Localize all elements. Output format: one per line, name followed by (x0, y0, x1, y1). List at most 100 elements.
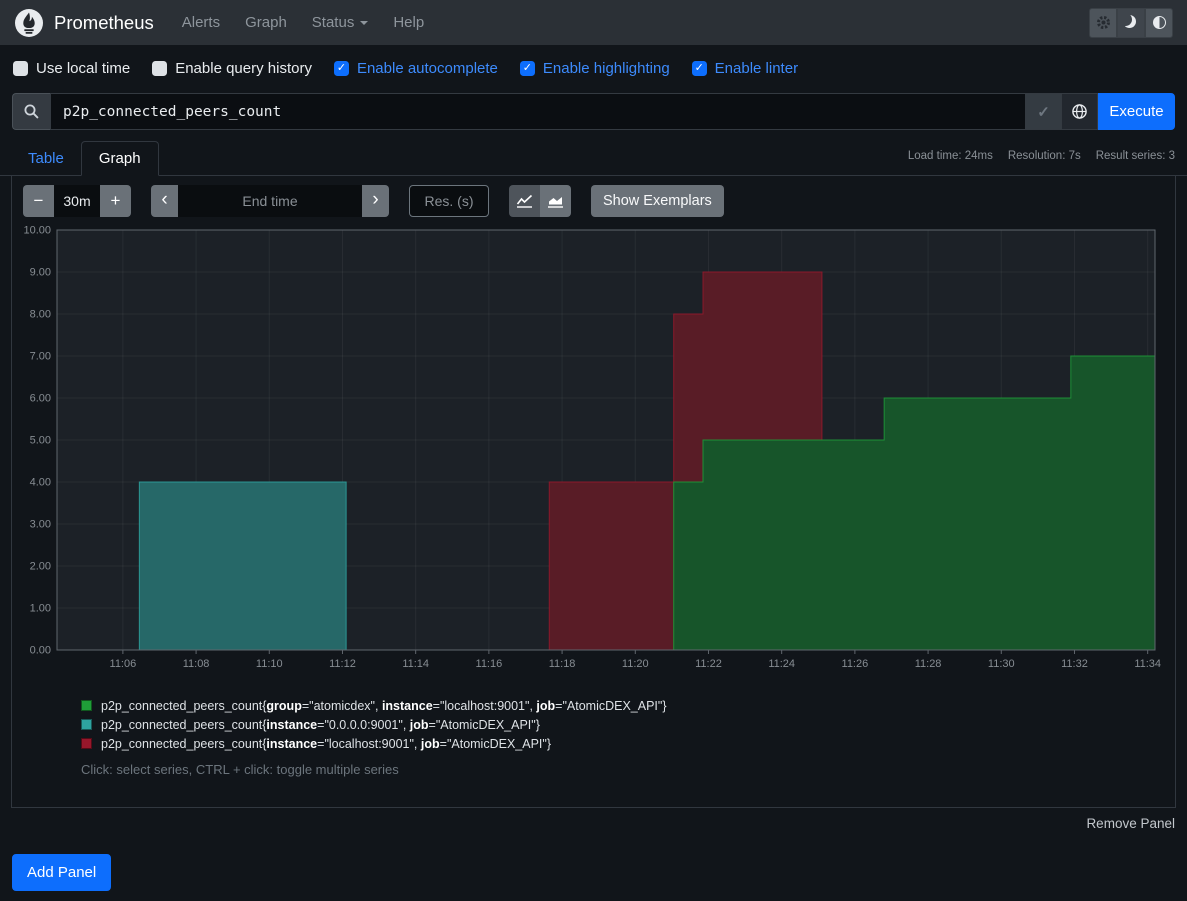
nav-item-alerts[interactable]: Alerts (182, 14, 220, 31)
option-use-local-time[interactable]: Use local time (13, 60, 130, 77)
options-row: Use local time Enable query history ✓ Enabl… (0, 45, 1187, 86)
prometheus-logo-icon (14, 8, 44, 38)
settings-button[interactable] (1089, 8, 1117, 38)
option-label-enable-highlighting: Enable highlighting (543, 60, 670, 77)
search-icon (23, 103, 40, 120)
checkbox-enable-autocomplete[interactable]: ✓ (334, 61, 349, 76)
checkbox-enable-highlighting[interactable]: ✓ (520, 61, 535, 76)
chart-type-toggle (509, 185, 571, 217)
option-label-enable-query-history: Enable query history (175, 60, 312, 77)
nav-links: Alerts Graph Status Help (182, 14, 424, 31)
legend-item-2[interactable]: p2p_connected_peers_count{instance="loca… (81, 734, 1165, 753)
legend-item-1[interactable]: p2p_connected_peers_count{instance="0.0.… (81, 715, 1165, 734)
globe-icon (1071, 103, 1088, 120)
graph-panel: − + ‹ › Show Exemplars (11, 176, 1176, 808)
x-tick-label: 11:32 (1061, 658, 1088, 670)
remove-panel-link[interactable]: Remove Panel (1086, 816, 1175, 831)
time-back-button[interactable]: ‹ (151, 185, 178, 217)
y-tick-label: 4.00 (30, 477, 51, 489)
range-input[interactable] (54, 185, 100, 217)
search-addon (12, 93, 50, 130)
remove-panel-row: Remove Panel (12, 815, 1175, 832)
x-tick-label: 11:22 (695, 658, 722, 670)
line-chart-icon (516, 194, 533, 208)
checkbox-use-local-time[interactable] (13, 61, 28, 76)
x-tick-label: 11:34 (1134, 658, 1161, 670)
brand[interactable]: Prometheus (14, 8, 154, 38)
option-enable-highlighting[interactable]: ✓ Enable highlighting (520, 60, 670, 77)
legend-label-0: p2p_connected_peers_count{group="atomicd… (101, 699, 667, 713)
end-time-control: ‹ › (151, 185, 389, 217)
nav-item-help[interactable]: Help (393, 14, 424, 31)
x-tick-label: 11:16 (476, 658, 503, 670)
moon-icon (1124, 15, 1139, 30)
range-control: − + (23, 185, 131, 217)
show-exemplars-button[interactable]: Show Exemplars (591, 185, 724, 217)
tab-graph[interactable]: Graph (81, 141, 159, 176)
x-tick-label: 11:30 (988, 658, 1015, 670)
y-tick-label: 0.00 (30, 645, 51, 657)
y-tick-label: 3.00 (30, 519, 51, 531)
tab-table[interactable]: Table (11, 142, 81, 175)
theme-dark-button[interactable] (1117, 8, 1145, 38)
y-tick-label: 7.00 (30, 351, 51, 363)
resolution-input[interactable] (409, 185, 489, 217)
contrast-icon (1153, 16, 1166, 29)
legend-item-0[interactable]: p2p_connected_peers_count{group="atomicd… (81, 696, 1165, 715)
check-icon: ✓ (1037, 103, 1050, 121)
x-tick-label: 11:10 (256, 658, 283, 670)
y-tick-label: 6.00 (30, 393, 51, 405)
option-enable-linter[interactable]: ✓ Enable linter (692, 60, 798, 77)
x-tick-label: 11:24 (768, 658, 795, 670)
time-forward-button[interactable]: › (362, 185, 389, 217)
query-input-group: ✓ Execute (12, 93, 1175, 130)
chevron-down-icon (360, 21, 368, 29)
x-tick-label: 11:14 (402, 658, 429, 670)
theme-auto-button[interactable] (1145, 8, 1173, 38)
query-stats: Load time: 24msResolution: 7sResult seri… (908, 150, 1175, 162)
option-label-use-local-time: Use local time (36, 60, 130, 77)
legend-label-2: p2p_connected_peers_count{instance="loca… (101, 737, 551, 751)
graph-controls: − + ‹ › Show Exemplars (23, 185, 1165, 217)
stat-2: Result series: 3 (1096, 150, 1175, 162)
option-label-enable-autocomplete: Enable autocomplete (357, 60, 498, 77)
x-tick-label: 11:26 (842, 658, 869, 670)
checkbox-enable-linter[interactable]: ✓ (692, 61, 707, 76)
y-tick-label: 5.00 (30, 435, 51, 447)
nav-item-status[interactable]: Status (312, 14, 369, 31)
option-enable-query-history[interactable]: Enable query history (152, 60, 312, 77)
nav-item-graph[interactable]: Graph (245, 14, 287, 31)
legend-swatch-0 (81, 700, 92, 711)
x-tick-label: 11:06 (110, 658, 137, 670)
range-increase-button[interactable]: + (100, 185, 131, 217)
option-label-enable-linter: Enable linter (715, 60, 798, 77)
time-series-chart[interactable]: 0.001.002.003.004.005.006.007.008.009.00… (22, 224, 1163, 670)
stacked-chart-toggle-button[interactable] (540, 185, 571, 217)
stat-0: Load time: 24ms (908, 150, 993, 162)
area-chart-icon (547, 194, 564, 208)
moon-shape (1124, 15, 1132, 26)
query-expression-input[interactable] (50, 93, 1026, 130)
y-tick-label: 2.00 (30, 561, 51, 573)
line-chart-toggle-button[interactable] (509, 185, 540, 217)
theme-button-group (1089, 8, 1173, 38)
end-time-input[interactable] (178, 185, 362, 217)
x-tick-label: 11:20 (622, 658, 649, 670)
legend-swatch-2 (81, 738, 92, 749)
execute-button[interactable]: Execute (1098, 93, 1175, 130)
query-valid-check-button[interactable]: ✓ (1026, 93, 1062, 130)
legend-label-1: p2p_connected_peers_count{instance="0.0.… (101, 718, 540, 732)
range-decrease-button[interactable]: − (23, 185, 54, 217)
checkbox-enable-query-history[interactable] (152, 61, 167, 76)
brand-label: Prometheus (54, 12, 154, 34)
metrics-explorer-button[interactable] (1062, 93, 1098, 130)
chevron-right-icon: › (372, 189, 378, 211)
y-tick-label: 8.00 (30, 309, 51, 321)
legend-swatch-1 (81, 719, 92, 730)
add-panel-button[interactable]: Add Panel (12, 854, 111, 891)
navbar: Prometheus Alerts Graph Status Help (0, 0, 1187, 45)
x-tick-label: 11:28 (915, 658, 942, 670)
y-tick-label: 10.00 (23, 225, 51, 237)
option-enable-autocomplete[interactable]: ✓ Enable autocomplete (334, 60, 498, 77)
chart-legend: p2p_connected_peers_count{group="atomicd… (81, 696, 1165, 753)
